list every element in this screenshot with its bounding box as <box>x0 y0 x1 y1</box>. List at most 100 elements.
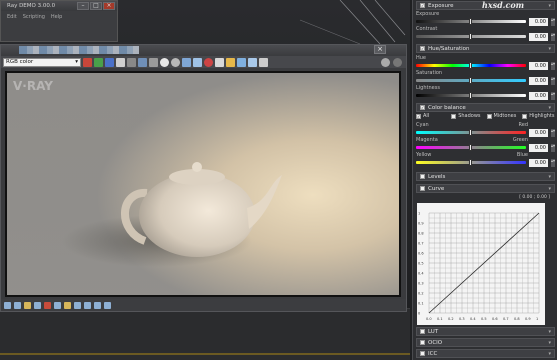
vfb-close-button[interactable]: × <box>374 45 386 54</box>
ocio-icon[interactable] <box>64 301 71 309</box>
saturation-slider-handle[interactable] <box>468 77 472 84</box>
ocio-checkbox[interactable] <box>420 340 425 345</box>
clear-image-icon[interactable] <box>149 57 158 67</box>
histogram-icon[interactable] <box>84 301 91 309</box>
cyan-red-slider[interactable] <box>416 129 526 136</box>
mode-midtones[interactable]: Midtones <box>486 113 516 119</box>
icc-section-header[interactable]: ICC ▾ <box>416 349 555 358</box>
duplicate-to-max-icon[interactable] <box>182 57 191 67</box>
region-render-icon[interactable] <box>171 57 180 67</box>
icc-header-label: ICC <box>428 350 438 357</box>
lightness-value[interactable]: 0.00 <box>529 91 548 100</box>
contrast-spinner[interactable]: ▴▾ <box>551 32 555 41</box>
yellow-blue-slider[interactable] <box>416 159 526 166</box>
icc-icon[interactable] <box>54 301 61 309</box>
lightness-slider[interactable] <box>416 92 526 99</box>
render-icon[interactable] <box>215 57 224 67</box>
exposure-checkbox[interactable]: ✓ <box>420 3 425 8</box>
history-icon[interactable] <box>193 57 202 67</box>
hue-slider[interactable] <box>416 62 526 69</box>
lut-icon[interactable] <box>34 301 41 309</box>
info-icon[interactable] <box>259 57 268 67</box>
timeline-strip[interactable] <box>0 308 410 360</box>
red-channel-icon[interactable] <box>83 57 92 67</box>
color-corrections-icon[interactable] <box>237 57 246 67</box>
curve-y-tick: 0.1 <box>418 302 424 306</box>
mode-highlights[interactable]: Highlights <box>522 113 554 119</box>
lightness-slider-handle[interactable] <box>468 92 472 99</box>
mode-shadows[interactable]: Shadows <box>451 113 481 119</box>
curve-section-header[interactable]: Curve ▾ <box>416 184 555 193</box>
icc-checkbox[interactable] <box>420 351 425 356</box>
alpha-channel-icon[interactable] <box>116 57 125 67</box>
contrast-slider-handle[interactable] <box>468 33 472 40</box>
vfb-title-bar[interactable]: × <box>1 45 406 56</box>
settings-icon[interactable] <box>381 57 390 67</box>
curve-grid[interactable]: 1 0.9 0.8 0.7 0.6 0.5 0.4 0.3 0.2 0.1 0 0.0 0.1 0.2 0.… <box>417 203 545 325</box>
hue-saturation-checkbox[interactable]: ✓ <box>420 46 425 51</box>
levels-section-header[interactable]: Levels ▾ <box>416 172 555 181</box>
contrast-value[interactable]: 0.00 <box>529 32 548 41</box>
render-image[interactable]: V·RAY <box>5 71 401 297</box>
color-balance-checkbox[interactable]: ✓ <box>420 105 425 110</box>
folder-icon[interactable] <box>24 301 31 309</box>
correction-icon[interactable] <box>74 301 81 309</box>
hue-slider-handle[interactable] <box>468 62 472 69</box>
yellow-blue-value[interactable]: 0.00 <box>529 158 548 167</box>
curve-checkbox[interactable] <box>420 186 425 191</box>
ocio-section-header[interactable]: OCIO ▾ <box>416 338 555 347</box>
saturation-slider[interactable] <box>416 77 526 84</box>
menu-item-edit[interactable]: Edit <box>7 14 17 20</box>
magenta-green-slider[interactable] <box>416 144 526 151</box>
green-channel-icon[interactable] <box>94 57 103 67</box>
saturation-value[interactable]: 0.00 <box>529 76 548 85</box>
mode-highlights-radio[interactable] <box>522 113 528 119</box>
saturation-spinner[interactable]: ▴▾ <box>551 76 555 85</box>
zoom-icon[interactable] <box>104 301 111 309</box>
color-balance-section-header[interactable]: ✓ Color balance ▾ <box>416 103 555 112</box>
cyan-red-slider-handle[interactable] <box>468 129 472 136</box>
curve-editor[interactable]: 1 0.9 0.8 0.7 0.6 0.5 0.4 0.3 0.2 0.1 0 0.0 0.1 0.2 0.… <box>417 203 545 325</box>
lut-checkbox[interactable] <box>420 329 425 334</box>
hue-value[interactable]: 0.00 <box>529 61 548 70</box>
mode-all-radio[interactable]: ✓ <box>416 113 421 119</box>
exposure-slider-handle[interactable] <box>468 18 472 25</box>
stop-render-icon[interactable] <box>204 57 213 67</box>
srgb-icon[interactable] <box>248 57 257 67</box>
hue-saturation-section-header[interactable]: ✓ Hue/Saturation ▾ <box>416 44 555 53</box>
exposure-value[interactable]: 0.00 <box>529 17 548 26</box>
compare-icon[interactable] <box>94 301 101 309</box>
mode-shadows-radio[interactable] <box>451 113 457 119</box>
magenta-green-slider-handle[interactable] <box>468 144 472 151</box>
lightness-spinner[interactable]: ▴▾ <box>551 91 555 100</box>
yellow-blue-slider-handle[interactable] <box>468 159 472 166</box>
maximize-button[interactable]: □ <box>90 2 102 10</box>
cyan-red-value[interactable]: 0.00 <box>529 128 548 137</box>
menu-item-scripting[interactable]: Scripting <box>23 14 45 20</box>
exposure-slider[interactable] <box>416 18 526 25</box>
cyan-red-spinner[interactable]: ▴▾ <box>551 128 555 137</box>
mode-midtones-radio[interactable] <box>486 113 492 119</box>
close-button[interactable]: × <box>103 2 115 10</box>
exposure-spinner[interactable]: ▴▾ <box>551 17 555 26</box>
save-image-icon[interactable] <box>138 57 147 67</box>
lens-effects-icon[interactable] <box>226 57 235 67</box>
open-image-icon[interactable] <box>4 301 11 309</box>
load-lut-icon[interactable] <box>44 301 51 309</box>
yellow-blue-spinner[interactable]: ▴▾ <box>551 158 555 167</box>
channel-select[interactable]: RGB color ▾ <box>3 57 81 67</box>
menu-item-help[interactable]: Help <box>51 14 62 20</box>
magenta-green-spinner[interactable]: ▴▾ <box>551 143 555 152</box>
mode-all[interactable]: ✓ All <box>416 113 429 119</box>
lut-section-header[interactable]: LUT ▾ <box>416 327 555 336</box>
minimize-button[interactable]: – <box>77 2 89 10</box>
hue-spinner[interactable]: ▴▾ <box>551 61 555 70</box>
contrast-slider[interactable] <box>416 33 526 40</box>
track-mouse-icon[interactable] <box>160 57 169 67</box>
blue-channel-icon[interactable] <box>105 57 114 67</box>
mono-icon[interactable] <box>127 57 136 67</box>
link-icon[interactable] <box>393 57 402 67</box>
save-icon[interactable] <box>14 301 21 309</box>
magenta-green-value[interactable]: 0.00 <box>529 143 548 152</box>
levels-checkbox[interactable] <box>420 174 425 179</box>
